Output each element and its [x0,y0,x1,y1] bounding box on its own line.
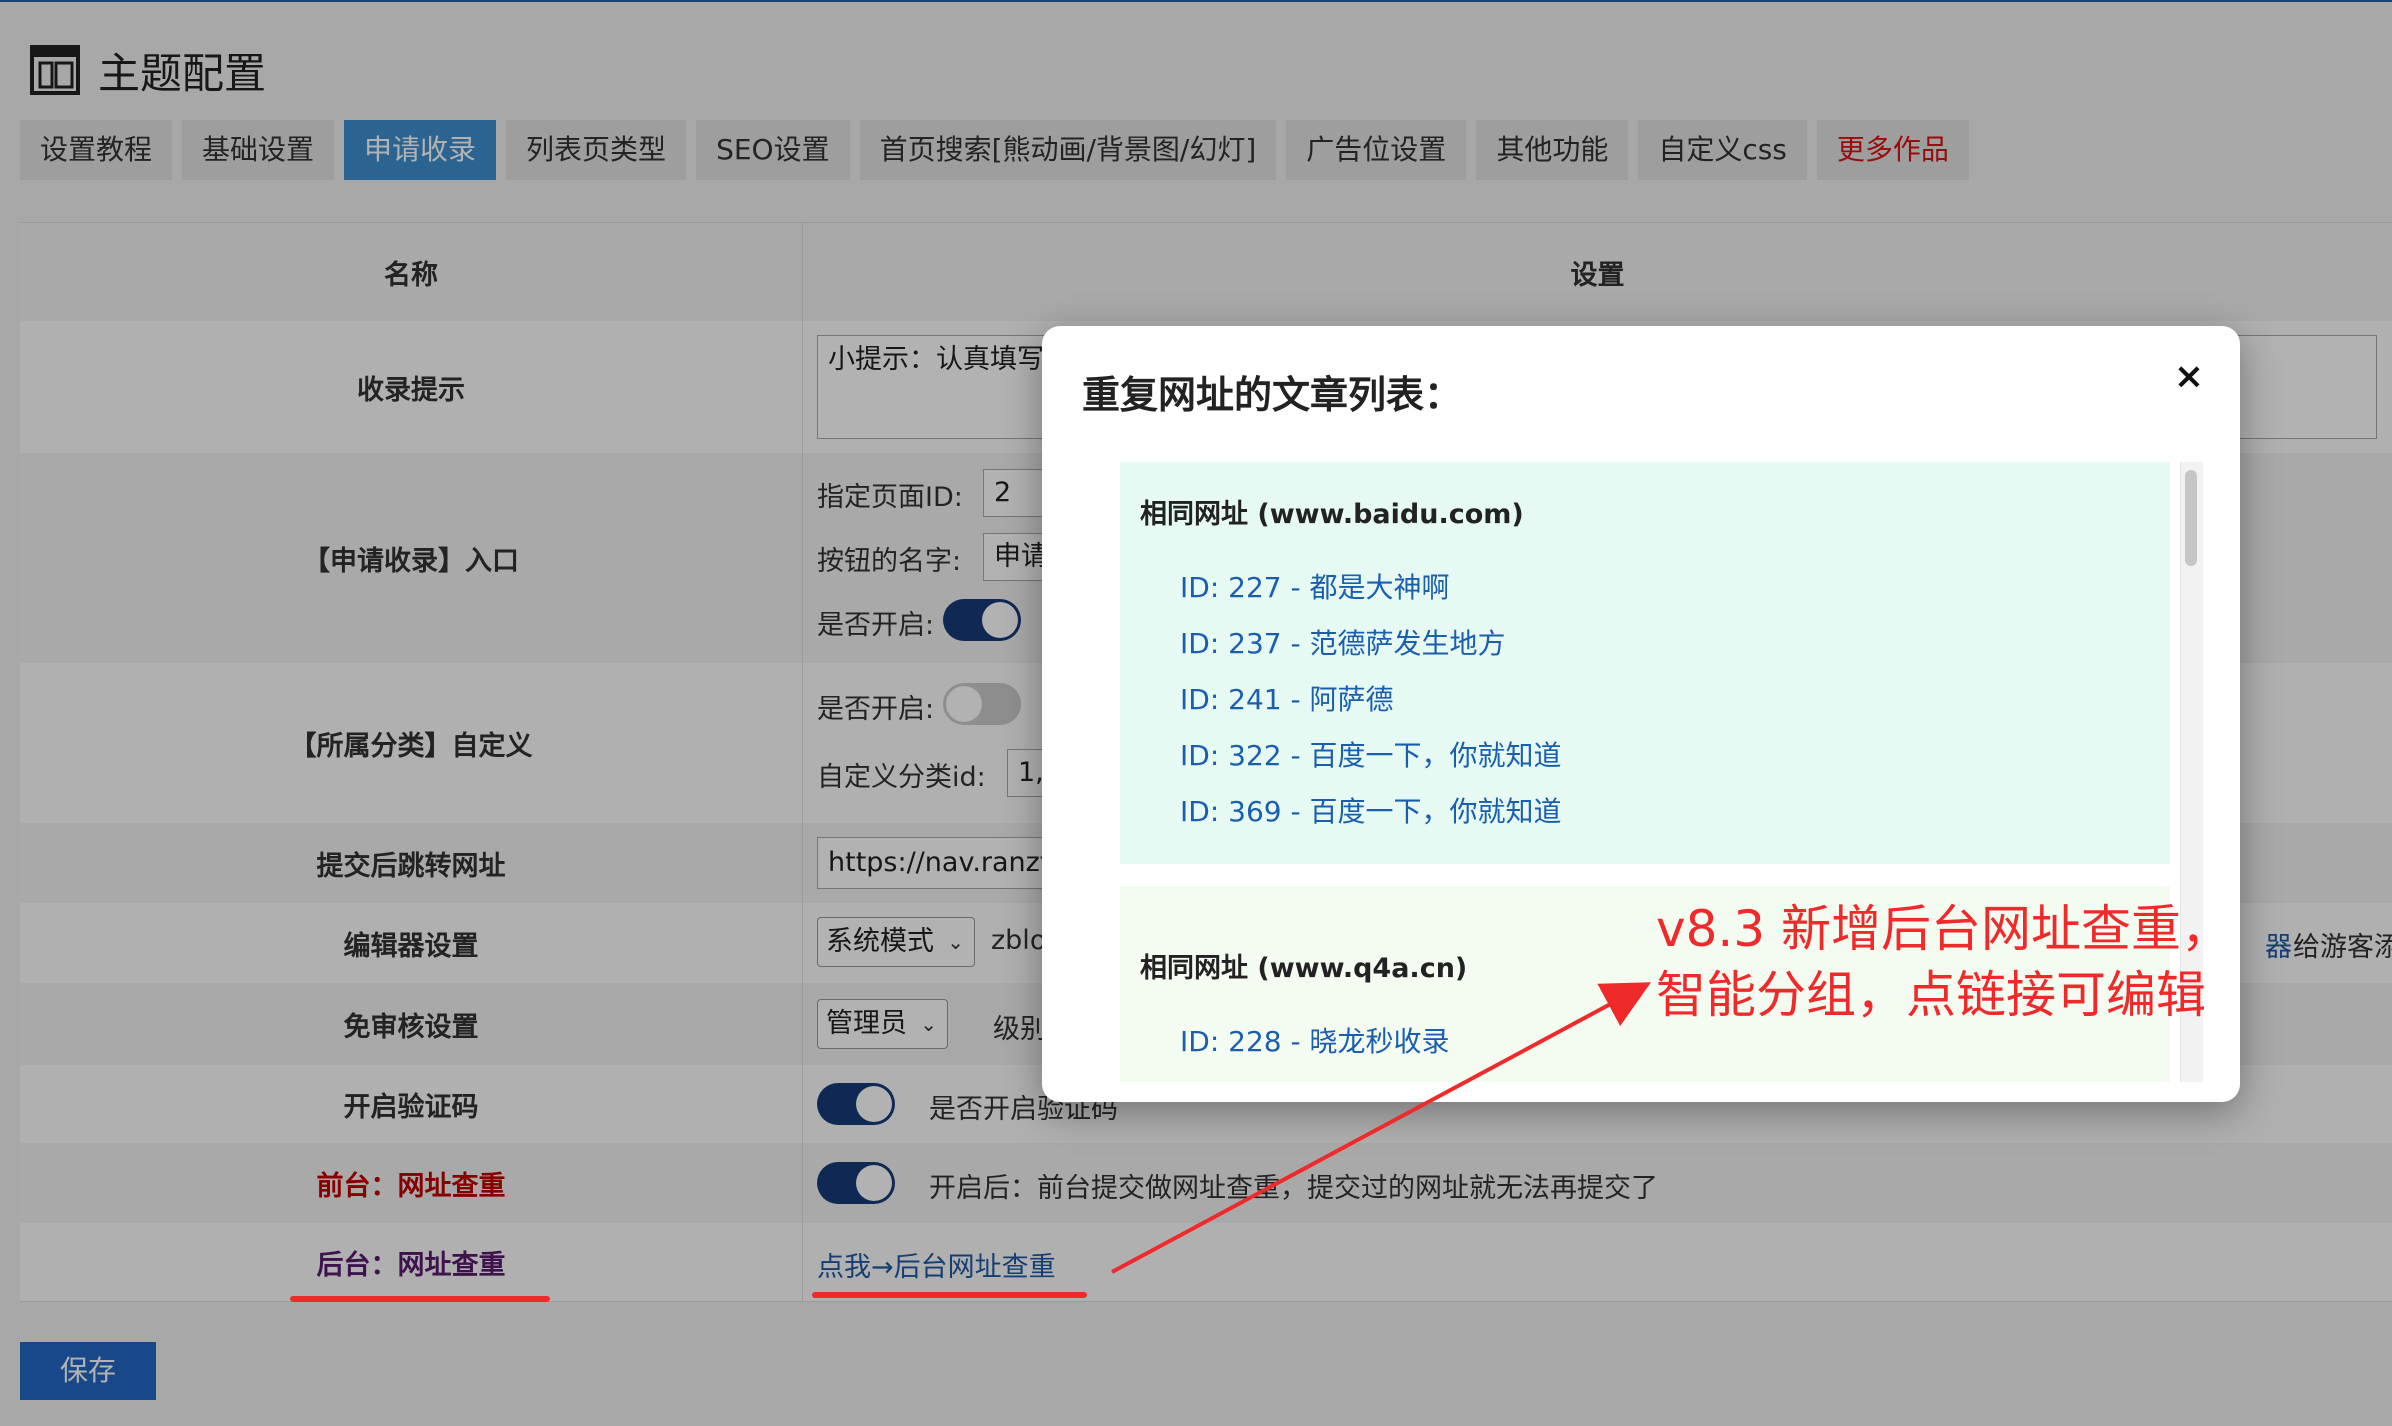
annotation-underline-label [290,1296,550,1302]
annotation-underline-link [812,1292,1087,1298]
annotation-arrow-icon [1111,982,1652,1274]
